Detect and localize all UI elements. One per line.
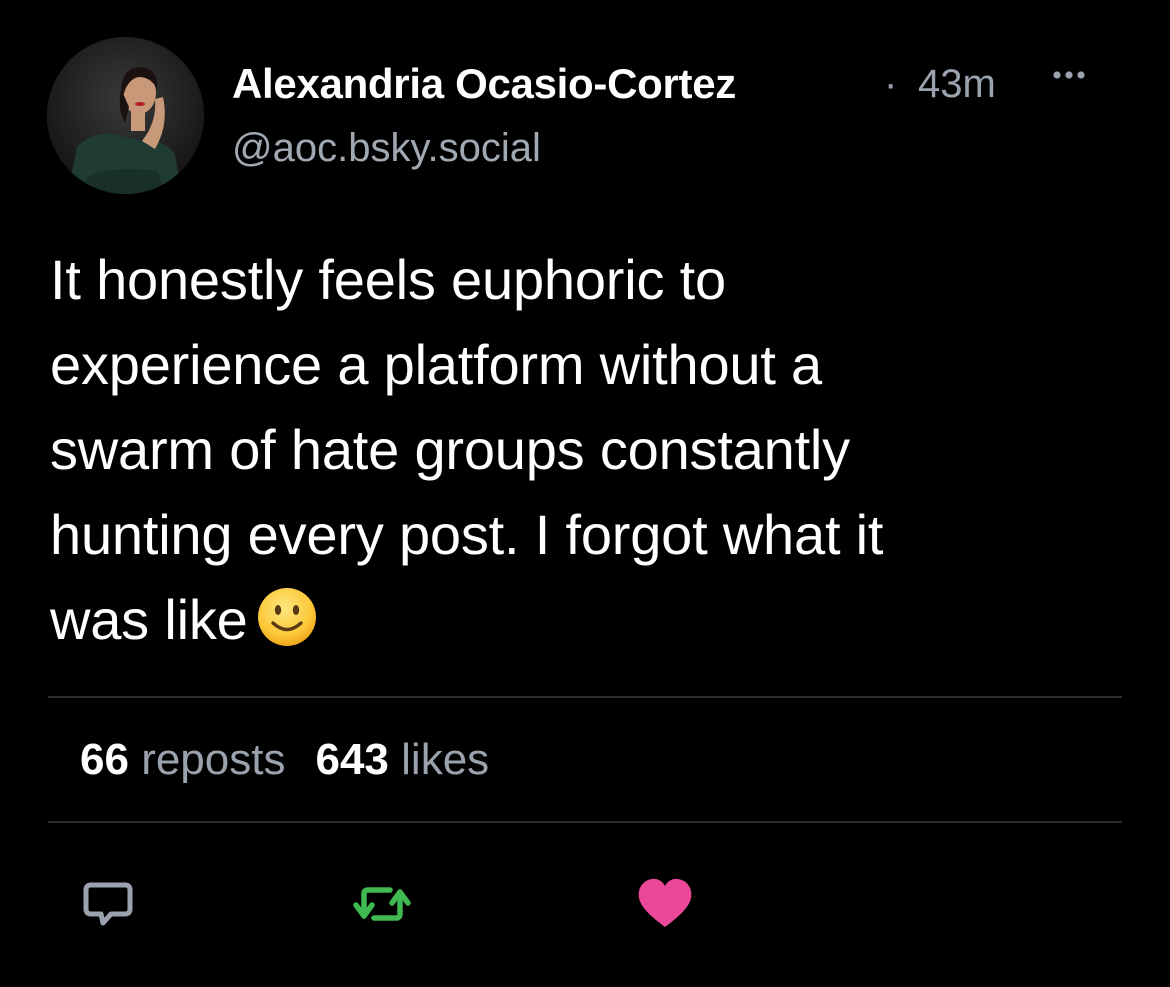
post-text-line: swarm of hate groups constantly [50,418,850,481]
slightly-smiling-face-emoji-icon [257,588,316,646]
repost-button[interactable] [350,872,414,936]
post-text-last-line: was like [50,577,1140,662]
post-text-line: was like [50,588,248,651]
likes-count: 643 [315,735,389,784]
post-card: Alexandria Ocasio-Cortez · 43m @aoc.bsky… [0,0,1170,987]
post-text-line: hunting every post. I forgot what it [50,503,884,566]
engagement-stats: 66 reposts 643 likes [80,735,489,785]
like-button[interactable] [633,872,697,936]
divider [48,696,1122,698]
reposts-count: 66 [80,735,129,784]
likes-label: likes [401,735,490,784]
heart-icon [638,878,692,927]
more-options-button[interactable] [1044,60,1094,90]
reposts-stat[interactable]: 66 reposts [80,735,285,784]
repost-arrows-icon [353,887,411,921]
avatar-photo-icon [47,37,204,194]
post-timestamp[interactable]: 43m [918,62,996,107]
divider [48,821,1122,823]
ellipsis-icon [1053,71,1085,79]
reposts-label: reposts [141,735,286,784]
post-body-text: It honestly feels euphoric to experience… [50,237,1140,662]
meta-separator: · [884,62,898,106]
post-text-line: experience a platform without a [50,333,823,396]
reply-button[interactable] [76,872,140,936]
author-display-name[interactable]: Alexandria Ocasio-Cortez [232,60,736,108]
speech-bubble-icon [83,882,133,926]
likes-stat[interactable]: 643 likes [315,735,489,784]
author-avatar[interactable] [47,37,204,194]
post-text-line: It honestly feels euphoric to [50,248,726,311]
author-handle[interactable]: @aoc.bsky.social [232,126,541,171]
